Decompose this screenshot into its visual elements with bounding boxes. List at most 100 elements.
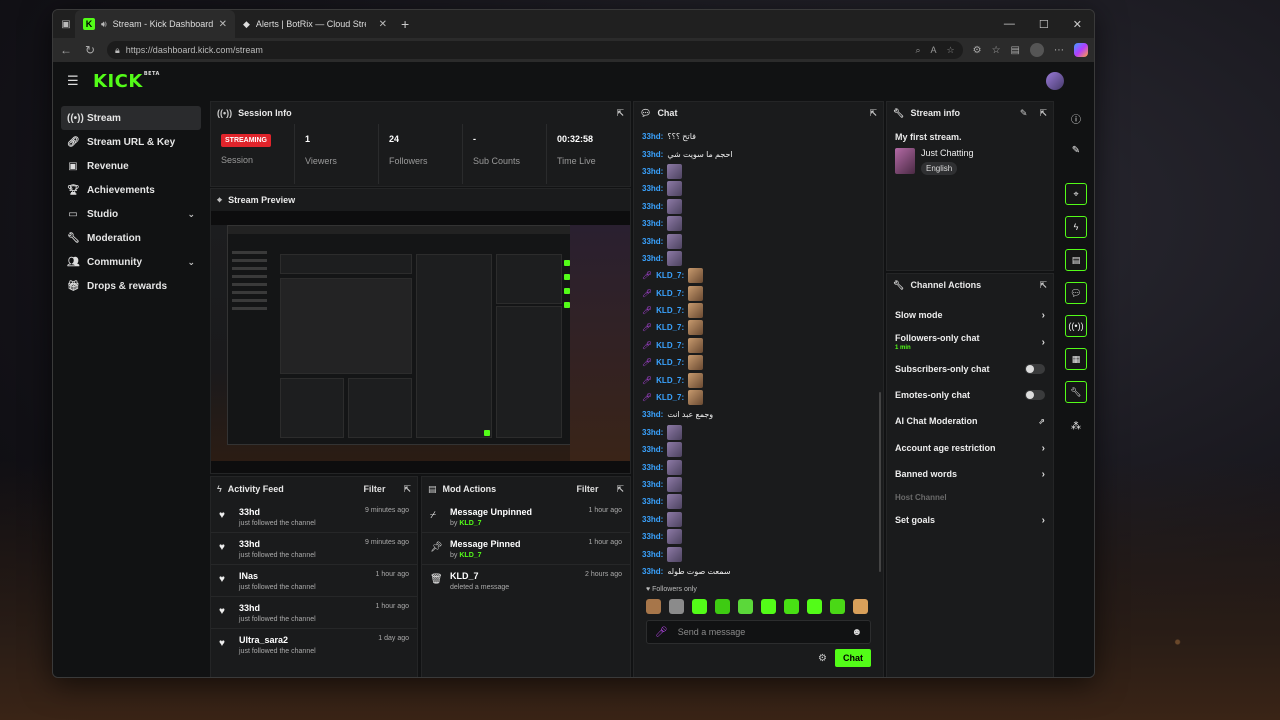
- chat-username[interactable]: 33hd:: [642, 497, 663, 506]
- sidebar-item-stream[interactable]: ((•)) Stream: [61, 106, 201, 130]
- chat-username[interactable]: 33hd:: [642, 219, 663, 228]
- url-field[interactable]: 🔒︎ https://dashboard.kick.com/stream ⌕ A…: [107, 41, 963, 59]
- log-icon[interactable]: ▦: [1065, 348, 1087, 370]
- banned-words-item[interactable]: Banned words ›: [887, 462, 1053, 486]
- chat-send-button[interactable]: Chat: [835, 649, 871, 667]
- emote-kick-icon[interactable]: [692, 599, 707, 614]
- chat-username[interactable]: 33hd:: [642, 532, 663, 541]
- emoji-icon[interactable]: ☻: [851, 627, 862, 638]
- popout-icon[interactable]: ⇱: [869, 108, 877, 119]
- emotes-only-toggle[interactable]: [1025, 390, 1045, 400]
- menu-icon[interactable]: ☰: [67, 73, 89, 89]
- sidebar-item-studio[interactable]: ▭ Studio ⌄: [61, 202, 201, 226]
- chat-username[interactable]: KLD_7:: [656, 306, 684, 315]
- chat-username[interactable]: 33hd:: [642, 515, 663, 524]
- info-icon[interactable]: ⓘ: [1065, 107, 1087, 129]
- chat-username[interactable]: 33hd:: [642, 550, 663, 559]
- chat-username[interactable]: 33hd:: [642, 445, 663, 454]
- emote-kick-icon[interactable]: [807, 599, 822, 614]
- set-goals-item[interactable]: Set goals ›: [887, 508, 1053, 532]
- chat-username[interactable]: 33hd:: [642, 184, 663, 193]
- chat-username[interactable]: KLD_7:: [656, 323, 684, 332]
- filter-button[interactable]: Filter: [363, 484, 385, 494]
- feed-username[interactable]: INas: [239, 571, 316, 581]
- notes-icon[interactable]: ▤: [1065, 249, 1087, 271]
- popout-icon[interactable]: ⇱: [616, 484, 624, 495]
- more-icon[interactable]: ⋯: [1054, 45, 1064, 56]
- new-tab-button[interactable]: +: [401, 16, 409, 32]
- chat-username[interactable]: 33hd:: [642, 428, 663, 437]
- close-icon[interactable]: ✕: [379, 19, 387, 30]
- chat-username[interactable]: 33hd:: [642, 150, 663, 159]
- popout-icon[interactable]: ⇱: [1039, 280, 1047, 291]
- ai-chat-moderation-item[interactable]: AI Chat Moderation ⇗: [887, 408, 1053, 434]
- edit-icon[interactable]: ✎: [1065, 139, 1087, 161]
- chat-username[interactable]: 33hd:: [642, 254, 663, 263]
- refresh-icon[interactable]: ↻: [83, 43, 97, 57]
- tab-actions-icon[interactable]: ▣: [57, 19, 75, 30]
- mod-username[interactable]: KLD_7: [459, 552, 481, 559]
- mod-username[interactable]: KLD_7: [459, 520, 481, 527]
- sidebar-item-revenue[interactable]: ▣ Revenue: [61, 154, 201, 178]
- chat-message-list[interactable]: 33hd: فاتح ؟؟؟ 33hd: احجم ما سويت شي 33hd: 33…: [642, 128, 877, 578]
- sidebar-item-moderation[interactable]: 🔧︎ Moderation: [61, 226, 201, 250]
- emote-kick-icon[interactable]: [784, 599, 799, 614]
- chat-username[interactable]: 33hd:: [642, 237, 663, 246]
- chat-username[interactable]: 33hd:: [642, 567, 663, 576]
- emote-kick-icon[interactable]: [830, 599, 845, 614]
- close-icon[interactable]: ✕: [219, 19, 227, 30]
- apps-icon[interactable]: ⁂: [1065, 415, 1087, 437]
- chat-username[interactable]: KLD_7:: [656, 341, 684, 350]
- feed-username[interactable]: 33hd: [239, 539, 316, 549]
- chat-username[interactable]: 33hd:: [642, 410, 663, 419]
- read-aloud-icon[interactable]: A: [931, 45, 937, 56]
- sidebar-item-stream-url-key[interactable]: 🔗︎ Stream URL & Key: [61, 130, 201, 154]
- gear-icon[interactable]: ⚙: [818, 653, 827, 664]
- chat-username[interactable]: 33hd:: [642, 480, 663, 489]
- chat-username[interactable]: KLD_7:: [656, 393, 684, 402]
- emote-face-icon[interactable]: [853, 599, 868, 614]
- emote-face-icon[interactable]: [669, 599, 684, 614]
- collections-icon[interactable]: ▤: [1011, 45, 1020, 56]
- account-age-restriction-item[interactable]: Account age restriction ›: [887, 434, 1053, 462]
- feed-username[interactable]: Ultra_sara2: [239, 635, 316, 645]
- zoom-icon[interactable]: ⌕: [915, 45, 920, 56]
- filter-button[interactable]: Filter: [576, 484, 598, 494]
- close-window-button[interactable]: ✕: [1073, 18, 1082, 31]
- sidebar-item-community[interactable]: 👥︎ Community ⌄: [61, 250, 201, 274]
- chat-username[interactable]: KLD_7:: [656, 376, 684, 385]
- sidebar-item-achievements[interactable]: 🏆︎ Achievements: [61, 178, 201, 202]
- chat-username[interactable]: KLD_7:: [656, 271, 684, 280]
- popout-icon[interactable]: ⇱: [1039, 108, 1047, 119]
- mod-action[interactable]: KLD_7: [450, 571, 509, 581]
- favorites-bar-icon[interactable]: ☆: [992, 45, 1001, 56]
- tab-kick-dashboard[interactable]: K 🔊︎ Stream - Kick Dashboard ✕: [75, 10, 235, 38]
- avatar[interactable]: [1046, 72, 1064, 90]
- emote-kick-icon[interactable]: [761, 599, 776, 614]
- popout-icon[interactable]: ⇱: [616, 108, 624, 119]
- edit-icon[interactable]: ✎: [1020, 108, 1028, 119]
- lightning-icon[interactable]: ϟ: [1065, 216, 1087, 238]
- maximize-button[interactable]: ☐: [1039, 18, 1049, 31]
- popout-icon[interactable]: ⇱: [403, 484, 411, 495]
- extensions-icon[interactable]: ⚙: [973, 45, 982, 56]
- emote-kick-icon[interactable]: [715, 599, 730, 614]
- copilot-icon[interactable]: [1074, 43, 1088, 57]
- chat-username[interactable]: 33hd:: [642, 132, 663, 141]
- wrench-icon[interactable]: 🔧︎: [1065, 381, 1087, 403]
- tab-botrix-alerts[interactable]: ◆ Alerts | BotRix — Cloud Streaming ✕: [235, 10, 395, 38]
- back-icon[interactable]: ←: [59, 43, 73, 57]
- followers-only-chat-item[interactable]: Followers-only chat 1 min ›: [887, 328, 1053, 356]
- preview-toggle-icon[interactable]: ⌖: [1065, 183, 1087, 205]
- chat-username[interactable]: 33hd:: [642, 463, 663, 472]
- chat-username[interactable]: 33hd:: [642, 202, 663, 211]
- emote-kick-icon[interactable]: [738, 599, 753, 614]
- slow-mode-item[interactable]: Slow mode ›: [887, 302, 1053, 328]
- minimize-button[interactable]: —: [1004, 18, 1015, 31]
- subscribers-only-toggle[interactable]: [1025, 364, 1045, 374]
- chat-username[interactable]: KLD_7:: [656, 289, 684, 298]
- kick-logo[interactable]: KICKBETA: [93, 71, 160, 92]
- stream-preview-video[interactable]: [211, 211, 630, 473]
- broadcast-icon[interactable]: ((•)): [1065, 315, 1087, 337]
- profile-icon[interactable]: [1030, 43, 1044, 57]
